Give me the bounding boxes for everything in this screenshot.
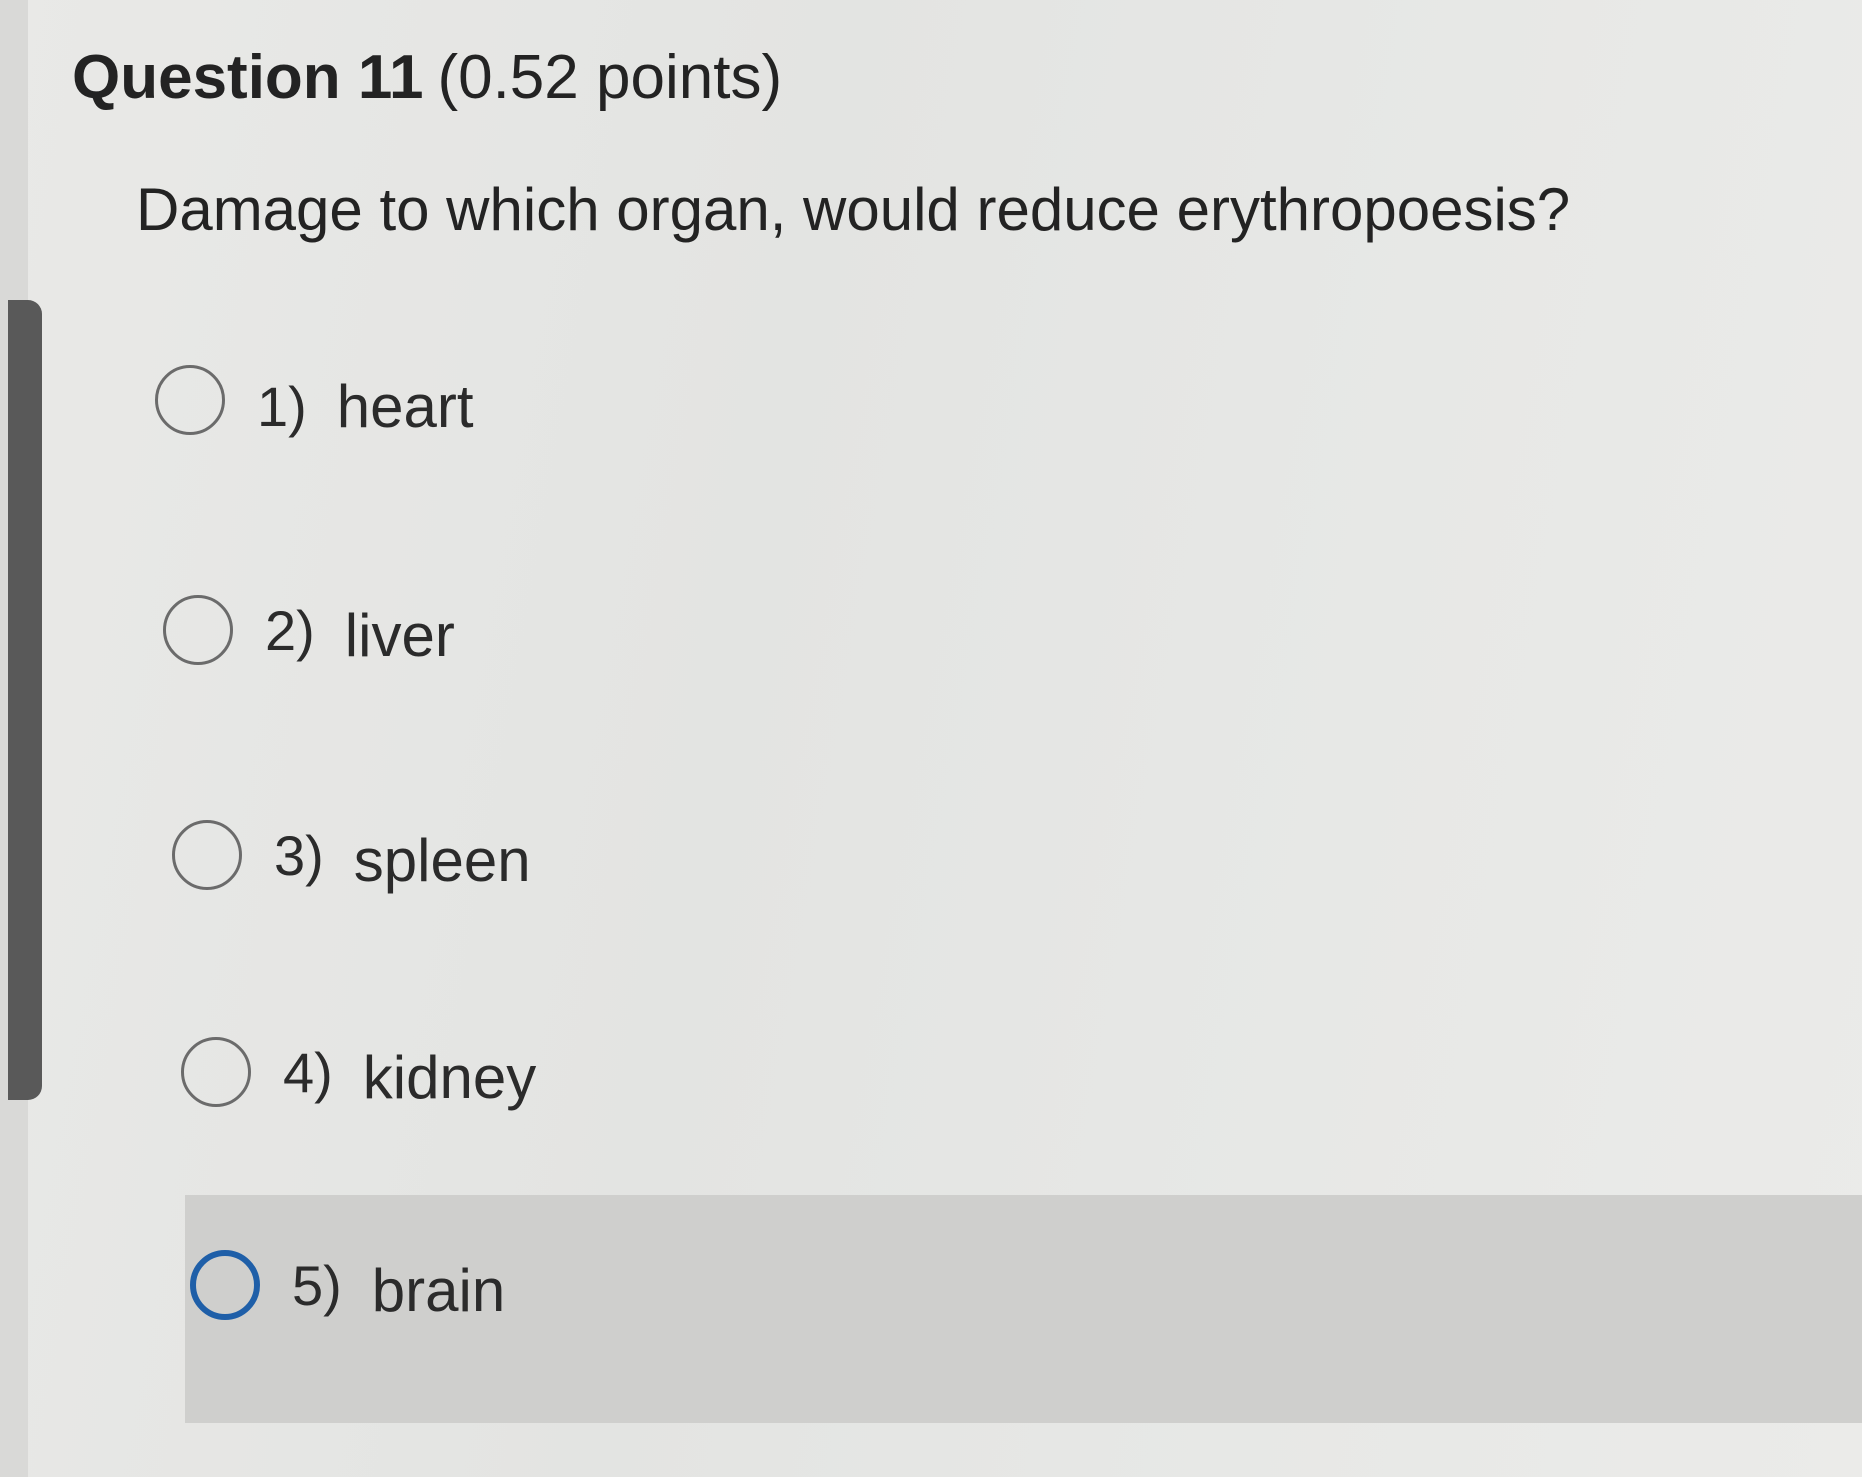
answer-option-5[interactable]: 5) brain [190, 1225, 505, 1345]
question-number: Question 11 [72, 43, 424, 112]
answer-option-3[interactable]: 3) spleen [172, 795, 531, 915]
radio-button-4[interactable] [181, 1037, 251, 1107]
option-label[interactable]: liver [345, 601, 455, 670]
radio-button-1[interactable] [155, 365, 225, 435]
option-number: 3) [274, 823, 324, 887]
option-number: 1) [257, 374, 307, 438]
quiz-page: Question 11 (0.52 points) Damage to which… [0, 0, 1862, 1477]
option-label[interactable]: spleen [354, 826, 531, 895]
radio-button-2[interactable] [163, 595, 233, 665]
answer-option-2[interactable]: 2) liver [163, 570, 455, 690]
question-prompt: Damage to which organ, would reduce eryt… [136, 176, 1571, 243]
option-number: 2) [265, 598, 315, 662]
option-label[interactable]: heart [337, 372, 474, 441]
radio-button-5[interactable] [190, 1250, 260, 1320]
question-heading: Question 11 (0.52 points) [72, 38, 782, 118]
question-points: (0.52 points) [437, 43, 783, 112]
option-label[interactable]: brain [372, 1256, 505, 1325]
option-number: 4) [283, 1040, 333, 1104]
scrollbar-thumb[interactable] [8, 300, 42, 1100]
answer-option-1[interactable]: 1) heart [155, 340, 474, 460]
answer-option-4[interactable]: 4) kidney [181, 1012, 536, 1132]
radio-button-3[interactable] [172, 820, 242, 890]
option-label[interactable]: kidney [363, 1043, 536, 1112]
option-number: 5) [292, 1253, 342, 1317]
